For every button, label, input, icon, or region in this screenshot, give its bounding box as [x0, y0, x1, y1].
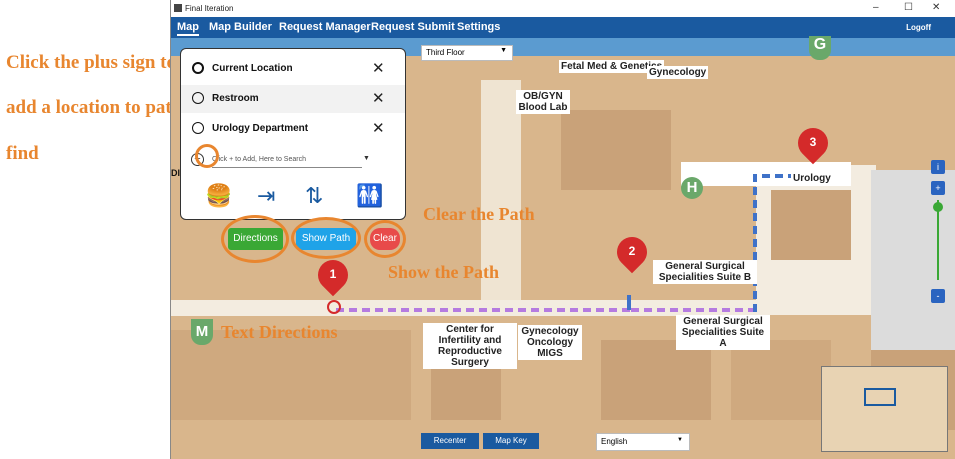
current-location-icon [327, 300, 341, 314]
path-item-current-location[interactable]: Current Location ✕ [181, 55, 405, 83]
close-button[interactable]: ✕ [932, 2, 940, 13]
exit-icon[interactable]: ⇥ [257, 183, 275, 209]
annotation-text-directions: Text Directions [221, 322, 338, 342]
crosshair-icon [192, 62, 204, 74]
path-item-label: Current Location [212, 63, 293, 74]
recenter-button[interactable]: Recenter [421, 433, 479, 449]
zoom-slider-thumb[interactable] [933, 202, 943, 212]
zoom-in-button[interactable]: + [931, 181, 945, 195]
annotation-clear-path: Clear the Path [423, 204, 535, 224]
label-surgical-suite-b: General Surgical Specialities Suite B [653, 260, 757, 284]
pin-number-1: 1 [329, 267, 337, 281]
search-underline [212, 167, 362, 168]
label-surgical-suite-a: General Surgical Specialities Suite A [676, 315, 770, 350]
path-item-label: Urology Department [212, 123, 309, 134]
label-gynecology-oncology: Gynecology Oncology MIGS [518, 325, 582, 360]
app-icon [174, 4, 182, 12]
window-title: Final Iteration [185, 4, 234, 13]
annotation-plus-line3: find [6, 143, 39, 164]
zoom-slider-track[interactable] [937, 200, 939, 280]
path-panel: Current Location ✕ Restroom ✕ Urology De… [180, 48, 406, 220]
chevron-down-icon: ▼ [677, 437, 683, 443]
annotation-plus-line2: add a location to path [6, 97, 183, 118]
remove-icon[interactable]: ✕ [372, 89, 385, 107]
title-bar: Final Iteration – ☐ ✕ [171, 0, 955, 17]
floor-select[interactable]: Third Floor ▼ [421, 45, 513, 61]
restroom-icon[interactable]: 🚻 [356, 183, 383, 209]
label-di: DI [171, 168, 180, 178]
menu-map-builder[interactable]: Map Builder [209, 21, 272, 33]
language-select[interactable]: English ▼ [596, 433, 690, 451]
minimap[interactable] [821, 366, 948, 452]
label-obgyn-blood-lab: OB/GYN Blood Lab [516, 90, 570, 114]
menu-bar: Map Map Builder Request Manager Request … [171, 17, 955, 38]
minimize-button[interactable]: – [873, 2, 879, 13]
elevator-icon[interactable]: ⇅ [305, 183, 323, 209]
path-item-restroom[interactable]: Restroom ✕ [181, 85, 405, 113]
directions-highlight-ring [221, 215, 289, 263]
chevron-down-icon: ▼ [500, 47, 507, 54]
app-window: Final Iteration – ☐ ✕ Map Map Builder Re… [170, 0, 955, 459]
annotation-show-path: Show the Path [388, 262, 500, 282]
clear-highlight-ring [364, 220, 406, 258]
menu-map[interactable]: Map [177, 21, 199, 36]
chevron-down-icon[interactable]: ▼ [363, 155, 370, 162]
label-gynecology: Gynecology [647, 66, 709, 79]
m-marker: M [191, 319, 213, 345]
path-item-label: Restroom [212, 93, 259, 104]
zoom-out-button[interactable]: - [931, 289, 945, 303]
language-value: English [601, 437, 628, 446]
label-infertility-center: Center for Infertility and Reproductive … [423, 323, 517, 369]
menu-settings[interactable]: Settings [457, 21, 500, 33]
radio-icon [192, 92, 204, 104]
map-key-button[interactable]: Map Key [483, 433, 539, 449]
pin-number-2: 2 [628, 244, 636, 258]
minimap-viewport[interactable] [864, 388, 896, 406]
food-icon[interactable]: 🍔 [205, 183, 232, 209]
menu-request-manager[interactable]: Request Manager [279, 21, 371, 33]
path-item-urology[interactable]: Urology Department ✕ [181, 115, 405, 143]
annotation-plus-line1: Click the plus sign to [6, 52, 176, 73]
radio-icon [192, 122, 204, 134]
floor-select-value: Third Floor [426, 48, 465, 57]
menu-request-submit[interactable]: Request Submit [371, 21, 455, 33]
hospital-h-marker: H [681, 177, 703, 199]
logoff-button[interactable]: Logoff [906, 23, 931, 32]
label-urology: Urology [791, 172, 833, 185]
remove-icon[interactable]: ✕ [372, 119, 385, 137]
garage-g-marker: G [809, 36, 831, 60]
maximize-button[interactable]: ☐ [904, 2, 913, 13]
info-button[interactable]: i [931, 160, 945, 174]
search-input[interactable]: Click + to Add, Here to Search [212, 156, 306, 163]
remove-icon[interactable]: ✕ [372, 59, 385, 77]
show-path-highlight-ring [291, 217, 361, 259]
plus-highlight-ring [195, 144, 219, 168]
pin-number-3: 3 [809, 135, 817, 149]
